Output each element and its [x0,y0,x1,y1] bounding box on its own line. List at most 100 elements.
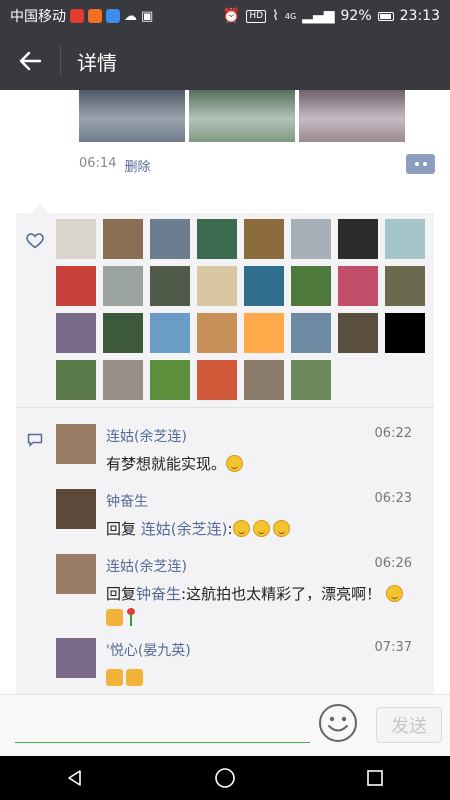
liker-avatar[interactable] [150,313,190,353]
battery-percent: 92% [340,8,372,24]
heart-icon [26,233,44,249]
arrow-left-icon [19,51,41,71]
liker-avatar[interactable] [197,313,237,353]
liker-avatar[interactable] [244,313,284,353]
post-photo[interactable] [79,90,185,142]
status-bar: 中国移动 ☁ ▣ ⏰ HD ⌇ 4G ▂▄▆ 92% 23:13 [0,0,450,32]
send-button[interactable]: 发送 [376,707,442,743]
comment-time: 06:26 [374,556,412,571]
comment-item[interactable]: 连姑(余芝连) 06:22 有梦想就能实现。 [56,416,434,476]
thumbs-up-emoji-icon [106,609,123,626]
app-notification-icon [106,9,120,23]
liker-avatar[interactable] [56,266,96,306]
liker-avatar[interactable] [56,360,96,400]
likes-avatar-grid [56,219,425,400]
comment-item[interactable]: '悦心(晏九英) 07:37 [56,630,434,690]
smiley-icon[interactable] [318,703,358,743]
comment-text [106,666,406,690]
carrier-label: 中国移动 [10,9,66,25]
reply-prefix: 回复 [106,520,137,538]
signal-icon: ▂▄▆ [302,8,335,24]
comment-text: 回复钟奋生:这航拍也太精彩了，漂亮啊！ [106,582,406,630]
likes-comments-panel: 连姑(余芝连) 06:22 有梦想就能实现。 钟奋生 06:23 回复 连姑(余… [16,213,434,694]
dot [422,162,427,166]
liker-avatar[interactable] [103,360,143,400]
reply-to-name[interactable]: 钟奋生 [136,585,181,603]
image-icon: ▣ [141,8,154,24]
dot [414,162,419,166]
liker-avatar[interactable] [338,313,378,353]
liker-avatar[interactable] [150,360,190,400]
liker-avatar[interactable] [56,313,96,353]
more-button[interactable] [406,154,435,174]
likes-divider [16,407,434,408]
liker-avatar[interactable] [197,266,237,306]
battery-icon [377,11,394,21]
avatar[interactable] [56,554,96,594]
commenter-name[interactable]: 连姑(余芝连) [106,556,187,576]
comment-item[interactable]: 连姑(余芝连) 06:26 回复钟奋生:这航拍也太精彩了，漂亮啊！ [56,546,434,626]
commenter-name[interactable]: 连姑(余芝连) [106,426,187,446]
liker-avatar[interactable] [244,219,284,259]
liker-avatar[interactable] [291,266,331,306]
commenter-name[interactable]: 钟奋生 [106,491,148,511]
comment-time: 07:37 [374,640,412,655]
comment-time: 06:22 [374,426,412,441]
liker-avatar[interactable] [385,313,425,353]
comment-text: 有梦想就能实现。 [106,452,406,476]
liker-avatar[interactable] [244,360,284,400]
smile-emoji-icon [385,585,403,602]
post-photos [79,90,405,142]
page-title: 详情 [77,50,117,75]
panel-pointer [31,203,49,213]
app-bar: 详情 [0,32,450,90]
liker-avatar[interactable] [56,219,96,259]
post-photo[interactable] [189,90,295,142]
nav-home-icon[interactable] [214,767,236,789]
reply-to-name[interactable]: 连姑(余芝连) [141,520,228,538]
delete-link[interactable]: 删除 [124,156,150,175]
liker-avatar[interactable] [103,313,143,353]
liker-avatar[interactable] [338,219,378,259]
liker-avatar[interactable] [103,219,143,259]
alarm-icon: ⏰ [222,8,241,24]
avatar[interactable] [56,489,96,529]
comment-item[interactable]: 钟奋生 06:23 回复 连姑(余芝连): [56,481,434,541]
reply-suffix: : [227,520,233,538]
app-notification-icon [70,9,84,23]
smile-emoji-icon [226,455,244,472]
liker-avatar[interactable] [103,266,143,306]
reply-prefix: 回复 [106,585,137,603]
nav-recents-icon[interactable] [365,768,385,788]
post-meta: 06:14 删除 [79,156,150,175]
liker-avatar[interactable] [291,219,331,259]
thumbs-up-emoji-icon [126,669,143,686]
liker-avatar[interactable] [291,313,331,353]
liker-avatar[interactable] [244,266,284,306]
post-photo[interactable] [299,90,405,142]
input-underline [15,742,310,743]
liker-avatar[interactable] [385,266,425,306]
liker-avatar[interactable] [197,219,237,259]
post-detail[interactable]: 06:14 删除 连姑(余芝连) 06:22 有梦想就能实现。 钟奋生 06:2… [0,90,450,694]
smile-emoji-icon [252,520,270,537]
comment-input[interactable] [15,703,310,743]
wifi-icon: ⌇ [272,8,279,24]
commenter-name[interactable]: '悦心(晏九英) [106,640,191,660]
liker-avatar[interactable] [150,219,190,259]
liker-avatar[interactable] [385,219,425,259]
back-button[interactable] [0,32,60,90]
avatar[interactable] [56,424,96,464]
post-time: 06:14 [79,156,117,171]
comment-time: 06:23 [374,491,412,506]
avatar[interactable] [56,638,96,678]
comment-body: 有梦想就能实现。 [106,455,227,473]
nav-back-icon[interactable] [65,768,85,788]
app-notification-icon [88,9,102,23]
smile-emoji-icon [232,520,250,537]
liker-avatar[interactable] [338,266,378,306]
liker-avatar[interactable] [150,266,190,306]
clock: 23:13 [399,8,440,24]
liker-avatar[interactable] [291,360,331,400]
liker-avatar[interactable] [197,360,237,400]
